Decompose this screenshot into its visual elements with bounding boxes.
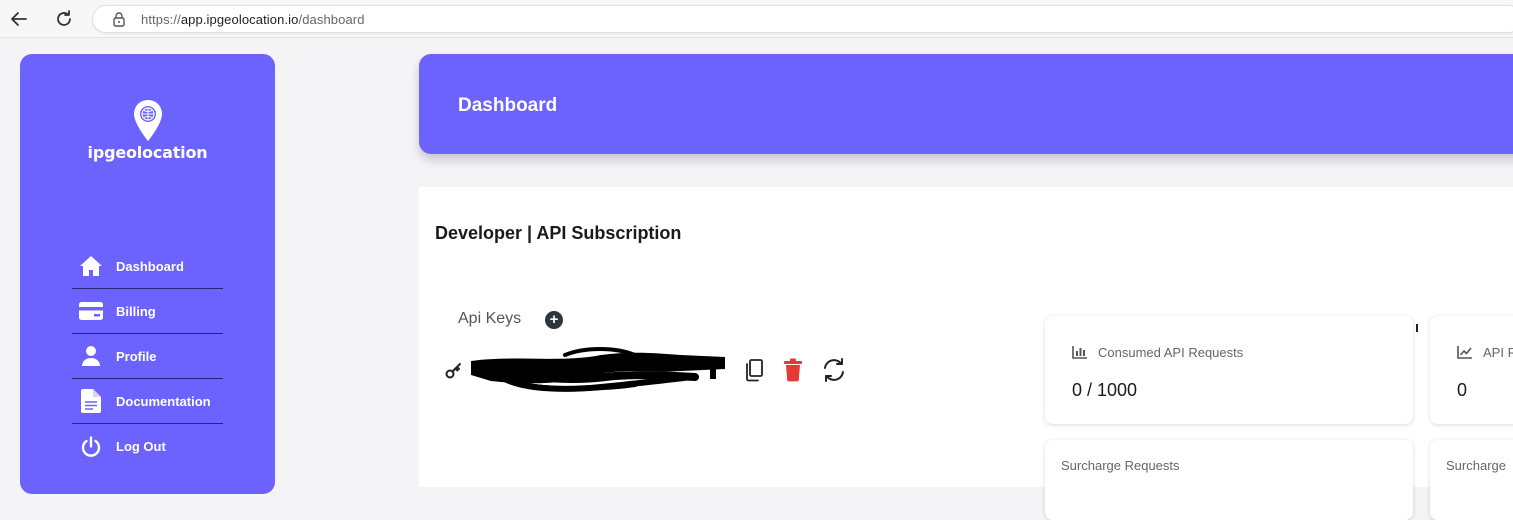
sidebar-item-dashboard[interactable]: Dashboard [72,244,223,289]
reload-icon[interactable] [53,8,75,30]
url-host: app.ipgeolocation.io [180,12,299,27]
url-scheme: https:// [141,12,181,27]
user-icon [79,344,103,368]
trash-icon[interactable] [783,358,803,382]
redacted-api-key [465,347,727,397]
page-header: Dashboard [419,54,1513,154]
logo-text: ipgeolocation [87,143,208,162]
back-arrow-icon[interactable] [8,8,30,30]
divider-mark [1416,324,1418,332]
stat-value: 0 / 1000 [1072,380,1138,400]
url-path: /dashboard [298,12,365,27]
stat-card-surcharge-requests: Surcharge Requests [1045,440,1413,520]
bar-chart-icon [1072,346,1087,359]
credit-card-icon [79,299,103,323]
line-chart-icon [1457,346,1472,359]
logo[interactable]: ipgeolocation [20,98,275,162]
refresh-icon[interactable] [821,357,847,383]
sidebar-item-documentation[interactable]: Documentation [72,379,223,424]
stat-card-api-requests: API R 0 [1430,316,1513,424]
api-keys-label: Api Keys [458,310,522,327]
document-icon [79,389,103,413]
sidebar-item-profile[interactable]: Profile [72,334,223,379]
stat-header: API R [1457,345,1513,360]
subscription-title: Developer | API Subscription [435,223,682,243]
stat-label: API R [1483,345,1513,360]
location-pin-icon [133,100,162,141]
sidebar: ipgeolocation Dashboard Billing Profile … [20,54,275,494]
page-title: Dashboard [458,95,558,116]
sidebar-item-label: Dashboard [116,258,184,274]
copy-icon[interactable] [744,358,764,382]
url-text: https://app.ipgeolocation.io/dashboard [141,12,365,27]
home-icon [79,254,103,278]
sidebar-item-billing[interactable]: Billing [72,289,223,334]
sidebar-item-label: Profile [116,348,157,364]
stat-card-surcharge: Surcharge [1430,440,1513,520]
sidebar-item-label: Documentation [116,393,211,409]
sidebar-item-label: Billing [116,303,156,319]
address-bar[interactable]: https://app.ipgeolocation.io/dashboard [92,5,1513,33]
stat-value: 0 [1457,380,1468,400]
lock-icon[interactable] [111,11,127,27]
key-icon [445,362,463,380]
power-icon [79,435,103,459]
stat-header: Consumed API Requests [1072,345,1243,360]
add-api-key-button[interactable]: + [545,311,563,329]
sidebar-item-logout[interactable]: Log Out [72,424,223,469]
stat-label: Consumed API Requests [1098,345,1244,360]
sidebar-item-label: Log Out [116,439,166,454]
sidebar-menu: Dashboard Billing Profile Documentation … [72,244,223,469]
stat-card-consumed-requests: Consumed API Requests 0 / 1000 [1045,316,1413,424]
subscription-card: Developer | API Subscription Api Keys + … [419,187,1513,520]
browser-toolbar: https://app.ipgeolocation.io/dashboard [0,0,1513,38]
